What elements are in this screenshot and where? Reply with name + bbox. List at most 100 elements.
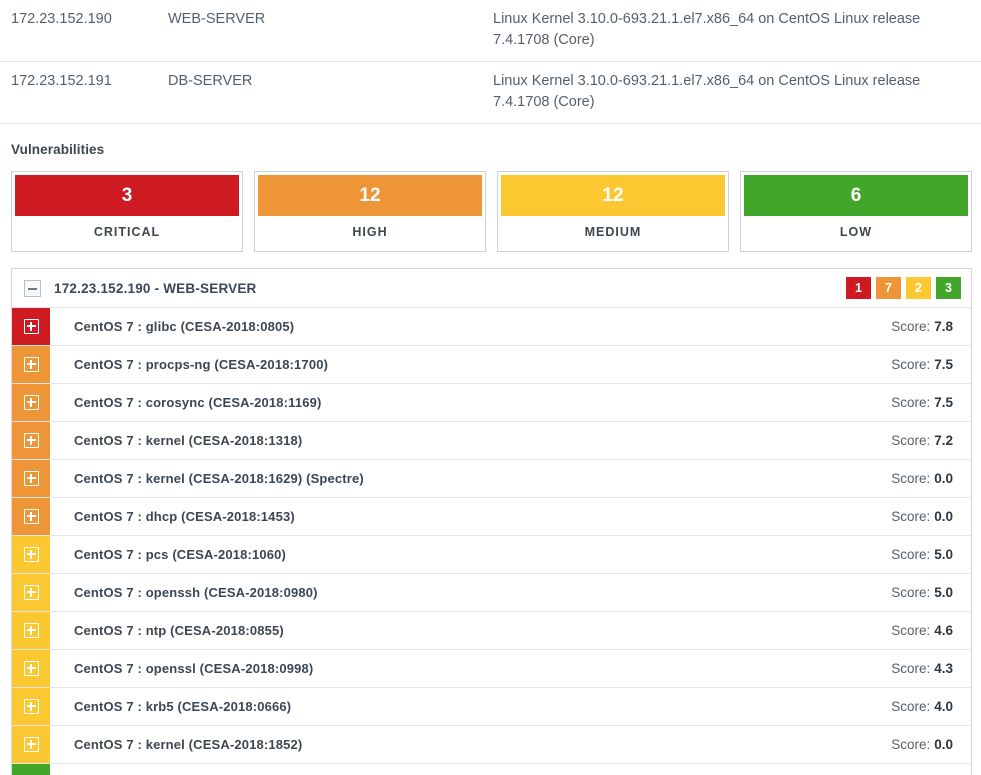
- vulnerability-score: Score: 5.0: [891, 547, 953, 562]
- hosts-table-body: 172.23.152.190 WEB-SERVER Linux Kernel 3…: [0, 0, 981, 124]
- vulnerability-severity-toggle[interactable]: [12, 612, 50, 649]
- vulnerability-severity-toggle[interactable]: [12, 764, 50, 775]
- plus-square-icon[interactable]: [23, 471, 39, 486]
- plus-square-icon[interactable]: [23, 699, 39, 714]
- severity-label-critical: CRITICAL: [93, 225, 161, 239]
- host-name-cell: DB-SERVER: [158, 61, 483, 124]
- vulnerability-severity-toggle[interactable]: [12, 460, 50, 497]
- vulnerability-row[interactable]: CentOS 7 : openssl (CESA-2018:0998) Score…: [12, 650, 971, 688]
- vulnerability-name: CentOS 7 : corosync (CESA-2018:1169): [74, 395, 322, 410]
- plus-square-icon[interactable]: [23, 509, 39, 524]
- vulnerability-score: Score: 4.3: [891, 661, 953, 676]
- vulnerability-row[interactable]: CentOS 7 : dhcp (CESA-2018:1453) Score: 0.…: [12, 498, 971, 536]
- vulnerability-severity-toggle[interactable]: [12, 574, 50, 611]
- status-badge-critical[interactable]: 1: [846, 277, 871, 299]
- minus-square-icon[interactable]: [24, 279, 41, 297]
- vulnerability-name: CentOS 7 : krb5 (CESA-2018:0666): [74, 699, 292, 714]
- vulnerability-row[interactable]: CentOS 7 : corosync (CESA-2018:1169) Scor…: [12, 384, 971, 422]
- vulnerability-severity-toggle[interactable]: [12, 688, 50, 725]
- vulnerability-score-value: 7.2: [934, 433, 953, 448]
- table-row: 172.23.152.190 WEB-SERVER Linux Kernel 3…: [0, 0, 981, 62]
- vulnerability-row[interactable]: CentOS 7 : pcs (CESA-2018:1060) Score: 5.0: [12, 536, 971, 574]
- vulnerability-score: Score: 7.8: [891, 319, 953, 334]
- vulnerability-row[interactable]: CentOS 7 : openssh (CESA-2018:0980) Score…: [12, 574, 971, 612]
- vulnerability-name: CentOS 7 : kernel (CESA-2018:1318): [74, 433, 303, 448]
- vulnerability-row[interactable]: CentOS 7 : kernel (CESA-2018:1629) (Spec…: [12, 460, 971, 498]
- vulnerability-severity-toggle[interactable]: [12, 536, 50, 573]
- vulnerability-score: Score: 0.0: [891, 737, 953, 752]
- vulnerability-name: CentOS 7 : glibc (CESA-2018:0805): [74, 319, 295, 334]
- vulnerability-name: CentOS 7 : kernel (CESA-2018:1629) (Spec…: [74, 471, 364, 486]
- vulnerability-name: CentOS 7 : openssl (CESA-2018:0998): [74, 661, 314, 676]
- vulnerability-severity-toggle[interactable]: [12, 498, 50, 535]
- vulnerability-score: Score: 4.6: [891, 623, 953, 638]
- host-os-text: Linux Kernel 3.10.0-693.21.1.el7.x86_64 …: [493, 11, 921, 48]
- plus-square-icon[interactable]: [23, 737, 39, 752]
- plus-square-icon[interactable]: [23, 623, 39, 638]
- hosts-table: 172.23.152.190 WEB-SERVER Linux Kernel 3…: [0, 0, 981, 124]
- vulnerability-score-value: 7.5: [934, 357, 953, 372]
- vulnerability-score-value: 5.0: [934, 547, 953, 562]
- vulnerability-score: Score: 7.5: [891, 357, 953, 372]
- severity-summary: 3 CRITICAL 12 HIGH 12 MEDIUM 6 LOW: [11, 171, 972, 252]
- table-row: 172.23.152.191 DB-SERVER Linux Kernel 3.…: [0, 61, 981, 124]
- vulnerability-score-value: 4.6: [934, 623, 953, 638]
- plus-square-icon[interactable]: [23, 547, 39, 562]
- vulnerability-row[interactable]: CentOS 7 : krb5 (CESA-2018:0666) Score: 4.…: [12, 688, 971, 726]
- host-os-cell: Linux Kernel 3.10.0-693.21.1.el7.x86_64 …: [483, 61, 981, 124]
- vulnerability-row[interactable]: CentOS 7 : kernel (CESA-2018:1852) Score:…: [12, 726, 971, 764]
- vulnerability-score-value: 5.0: [934, 585, 953, 600]
- plus-square-icon[interactable]: [23, 319, 39, 334]
- vulnerability-severity-toggle[interactable]: [12, 650, 50, 687]
- host-vulnerability-panel: 172.23.152.190 - WEB-SERVER 1 7 2 3 Cent…: [11, 268, 972, 775]
- plus-square-icon[interactable]: [23, 395, 39, 410]
- vulnerability-severity-toggle[interactable]: [12, 346, 50, 383]
- vulnerability-score: Score: 7.5: [891, 395, 953, 410]
- severity-card-medium[interactable]: 12 MEDIUM: [497, 171, 729, 252]
- vulnerability-severity-toggle[interactable]: [12, 384, 50, 421]
- vulnerability-report-page: 172.23.152.190 WEB-SERVER Linux Kernel 3…: [0, 0, 981, 775]
- vulnerability-severity-toggle[interactable]: [12, 726, 50, 763]
- severity-count-high: 12: [258, 175, 482, 216]
- severity-card-critical[interactable]: 3 CRITICAL: [11, 171, 243, 252]
- vulnerability-score-value: 7.8: [934, 319, 953, 334]
- plus-square-icon[interactable]: [23, 585, 39, 600]
- vulnerabilities-heading: Vulnerabilities: [11, 142, 105, 157]
- host-ip-cell: 172.23.152.191: [0, 61, 158, 124]
- host-panel-title: 172.23.152.190 - WEB-SERVER: [54, 280, 257, 296]
- vulnerability-row[interactable]: CentOS 7 : procps-ng (CESA-2018:1700) Sco…: [12, 346, 971, 384]
- host-os-cell: Linux Kernel 3.10.0-693.21.1.el7.x86_64 …: [483, 0, 981, 62]
- vulnerability-score: Score: 0.0: [891, 471, 953, 486]
- severity-count-medium: 12: [501, 175, 725, 216]
- vulnerability-row[interactable]: [12, 764, 971, 775]
- vulnerability-severity-toggle[interactable]: [12, 422, 50, 459]
- vulnerability-name: CentOS 7 : ntp (CESA-2018:0855): [74, 623, 284, 638]
- status-badge-medium[interactable]: 2: [906, 277, 931, 299]
- vulnerability-list: CentOS 7 : glibc (CESA-2018:0805) Score: 7…: [12, 307, 971, 775]
- host-panel-header[interactable]: 172.23.152.190 - WEB-SERVER 1 7 2 3: [12, 269, 971, 307]
- vulnerability-score-value: 0.0: [934, 471, 953, 486]
- severity-count-low: 6: [744, 175, 968, 216]
- plus-square-icon[interactable]: [23, 357, 39, 372]
- host-name-cell: WEB-SERVER: [158, 0, 483, 62]
- vulnerability-score-value: 7.5: [934, 395, 953, 410]
- severity-card-low[interactable]: 6 LOW: [740, 171, 972, 252]
- status-badge-high[interactable]: 7: [876, 277, 901, 299]
- vulnerability-name: CentOS 7 : dhcp (CESA-2018:1453): [74, 509, 295, 524]
- vulnerability-score-value: 4.0: [934, 699, 953, 714]
- plus-square-icon[interactable]: [23, 433, 39, 448]
- vulnerability-name: [50, 764, 953, 775]
- vulnerability-row[interactable]: CentOS 7 : kernel (CESA-2018:1318) Score:…: [12, 422, 971, 460]
- severity-label-high: HIGH: [352, 225, 388, 239]
- status-badge-low[interactable]: 3: [936, 277, 961, 299]
- plus-square-icon[interactable]: [23, 661, 39, 676]
- vulnerability-score: Score: 0.0: [891, 509, 953, 524]
- severity-card-high[interactable]: 12 HIGH: [254, 171, 486, 252]
- vulnerability-severity-toggle[interactable]: [12, 308, 50, 345]
- vulnerability-row[interactable]: CentOS 7 : glibc (CESA-2018:0805) Score: 7…: [12, 308, 971, 346]
- severity-badge-group: 1 7 2 3: [846, 277, 961, 299]
- vulnerability-score-value: 0.0: [934, 509, 953, 524]
- severity-label-low: LOW: [839, 225, 873, 239]
- host-ip-cell: 172.23.152.190: [0, 0, 158, 62]
- vulnerability-row[interactable]: CentOS 7 : ntp (CESA-2018:0855) Score: 4.6: [12, 612, 971, 650]
